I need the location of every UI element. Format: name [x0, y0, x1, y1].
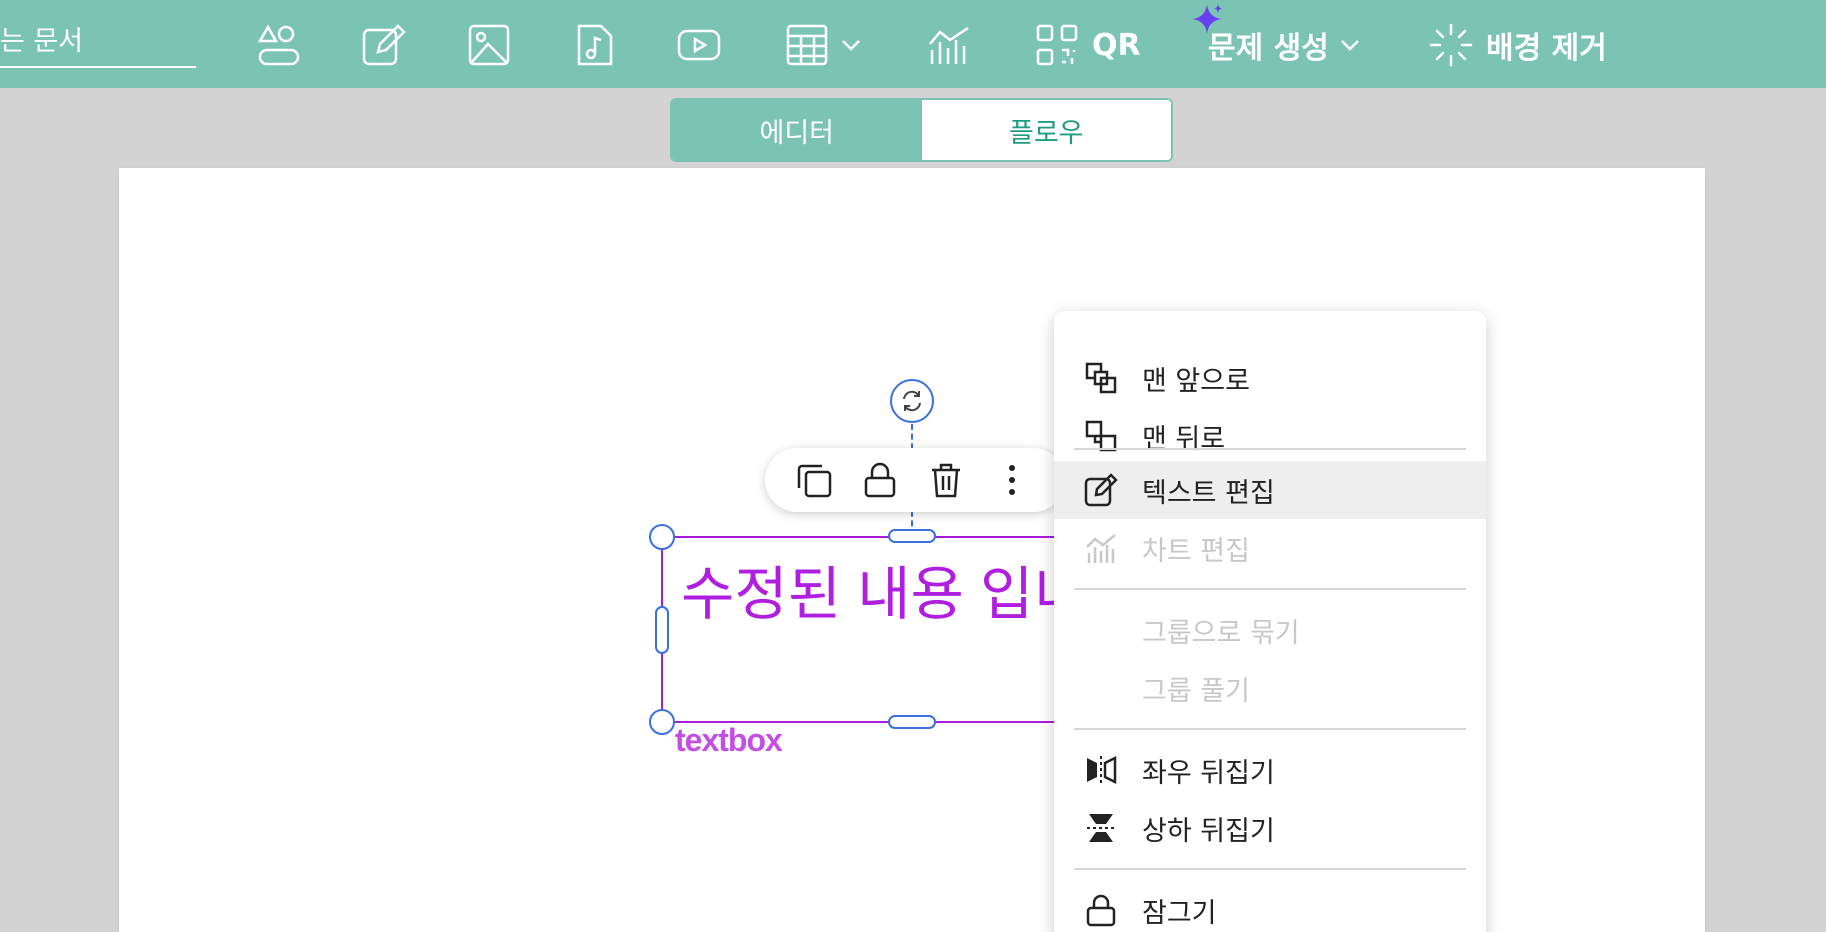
top-toolbar: 는 문서 QR 문제 생성 배경 제거	[0, 0, 1826, 88]
qr-label: QR	[1092, 27, 1141, 63]
trash-icon	[932, 463, 960, 498]
menu-item-label: 잠그기	[1142, 897, 1217, 929]
chart-button[interactable]	[926, 18, 972, 72]
bring-to-front-icon	[1080, 357, 1122, 399]
flip-vertical-icon	[1080, 807, 1122, 849]
audio-button[interactable]	[571, 18, 617, 72]
menu-separator	[1074, 448, 1466, 450]
lock-button[interactable]	[857, 457, 903, 503]
duplicate-button[interactable]	[791, 457, 837, 503]
textbox-content[interactable]: 수정된 내용 입니다.	[681, 558, 1079, 632]
menu-item-label: 텍스트 편집	[1142, 477, 1275, 509]
more-vertical-icon	[1009, 465, 1015, 495]
music-file-icon	[577, 24, 613, 66]
chevron-down-icon	[842, 40, 860, 51]
menu-item-lock[interactable]: 잠그기	[1054, 881, 1486, 932]
remove-background-label: 배경 제거	[1486, 31, 1607, 66]
chevron-down-icon	[1340, 40, 1359, 51]
menu-item-edit-text[interactable]: 텍스트 편집	[1054, 461, 1486, 519]
chart-icon	[1080, 527, 1122, 569]
element-mini-toolbar	[765, 448, 1065, 512]
loading-spinner-icon	[1429, 23, 1473, 67]
menu-item-send-to-back[interactable]: 맨 뒤로	[1054, 407, 1486, 465]
menu-item-flip-horizontal[interactable]: 좌우 뒤집기	[1054, 741, 1486, 799]
table-button[interactable]	[784, 18, 864, 72]
tab-editor[interactable]: 에디터	[672, 100, 922, 160]
shapes-button[interactable]	[256, 18, 302, 72]
copy-icon	[797, 464, 832, 498]
tab-flow[interactable]: 플로우	[921, 100, 1171, 160]
menu-separator	[1074, 588, 1466, 590]
resize-handle-left[interactable]	[655, 606, 669, 654]
video-play-icon	[677, 29, 721, 61]
qr-button[interactable]: QR	[1034, 18, 1141, 72]
rotate-icon	[903, 390, 921, 412]
menu-separator	[1074, 868, 1466, 870]
generate-question-button[interactable]: 문제 생성	[1190, 4, 1363, 72]
more-options-button[interactable]	[989, 457, 1035, 503]
table-icon	[786, 24, 828, 66]
menu-item-flip-vertical[interactable]: 상하 뒤집기	[1054, 799, 1486, 857]
menu-item-label: 차트 편집	[1142, 535, 1250, 567]
menu-item-edit-chart[interactable]: 차트 편집	[1054, 519, 1486, 577]
resize-handle-bottom[interactable]	[888, 715, 936, 729]
menu-item-ungroup[interactable]: 그룹 풀기	[1054, 659, 1486, 717]
rotate-handle[interactable]	[890, 379, 934, 423]
menu-item-group[interactable]: 그룹으로 묶기	[1054, 601, 1486, 659]
lock-icon	[1080, 889, 1122, 931]
video-button[interactable]	[676, 18, 722, 72]
resize-handle-bottom-left[interactable]	[649, 709, 675, 735]
textbox-type-label: textbox	[675, 722, 783, 758]
menu-separator	[1074, 728, 1466, 730]
qr-code-icon	[1036, 24, 1078, 66]
remove-background-button[interactable]: 배경 제거	[1428, 18, 1607, 72]
image-icon	[468, 24, 510, 66]
draw-button[interactable]	[360, 18, 406, 72]
selected-textbox[interactable]: 수정된 내용 입니다.	[661, 536, 1081, 723]
context-menu: 맨 앞으로 맨 뒤로 텍스트 편집 차트 편집 그룹으로 묶기 그룹 풀기 좌우…	[1054, 311, 1486, 932]
image-button[interactable]	[466, 18, 512, 72]
menu-item-label: 맨 앞으로	[1142, 365, 1250, 397]
shapes-icon	[257, 24, 300, 66]
flip-horizontal-icon	[1080, 749, 1122, 791]
lock-icon	[864, 462, 896, 498]
menu-item-label: 그룹으로 묶기	[1142, 617, 1300, 649]
delete-button[interactable]	[923, 457, 969, 503]
sparkle-icon	[1192, 4, 1222, 34]
document-title-input[interactable]: 는 문서	[0, 20, 196, 68]
menu-item-label: 상하 뒤집기	[1142, 815, 1275, 847]
generate-question-label: 문제 생성	[1208, 31, 1329, 66]
edit-text-icon	[1080, 469, 1122, 511]
mode-switch: 에디터 플로우	[670, 98, 1173, 162]
menu-item-label: 그룹 풀기	[1142, 675, 1250, 707]
menu-item-label: 좌우 뒤집기	[1142, 757, 1275, 789]
chart-icon	[929, 26, 969, 64]
resize-handle-top[interactable]	[888, 529, 936, 543]
resize-handle-top-left[interactable]	[649, 524, 675, 550]
pencil-icon	[362, 24, 406, 66]
send-to-back-icon	[1080, 415, 1122, 457]
menu-item-bring-to-front[interactable]: 맨 앞으로	[1054, 349, 1486, 407]
